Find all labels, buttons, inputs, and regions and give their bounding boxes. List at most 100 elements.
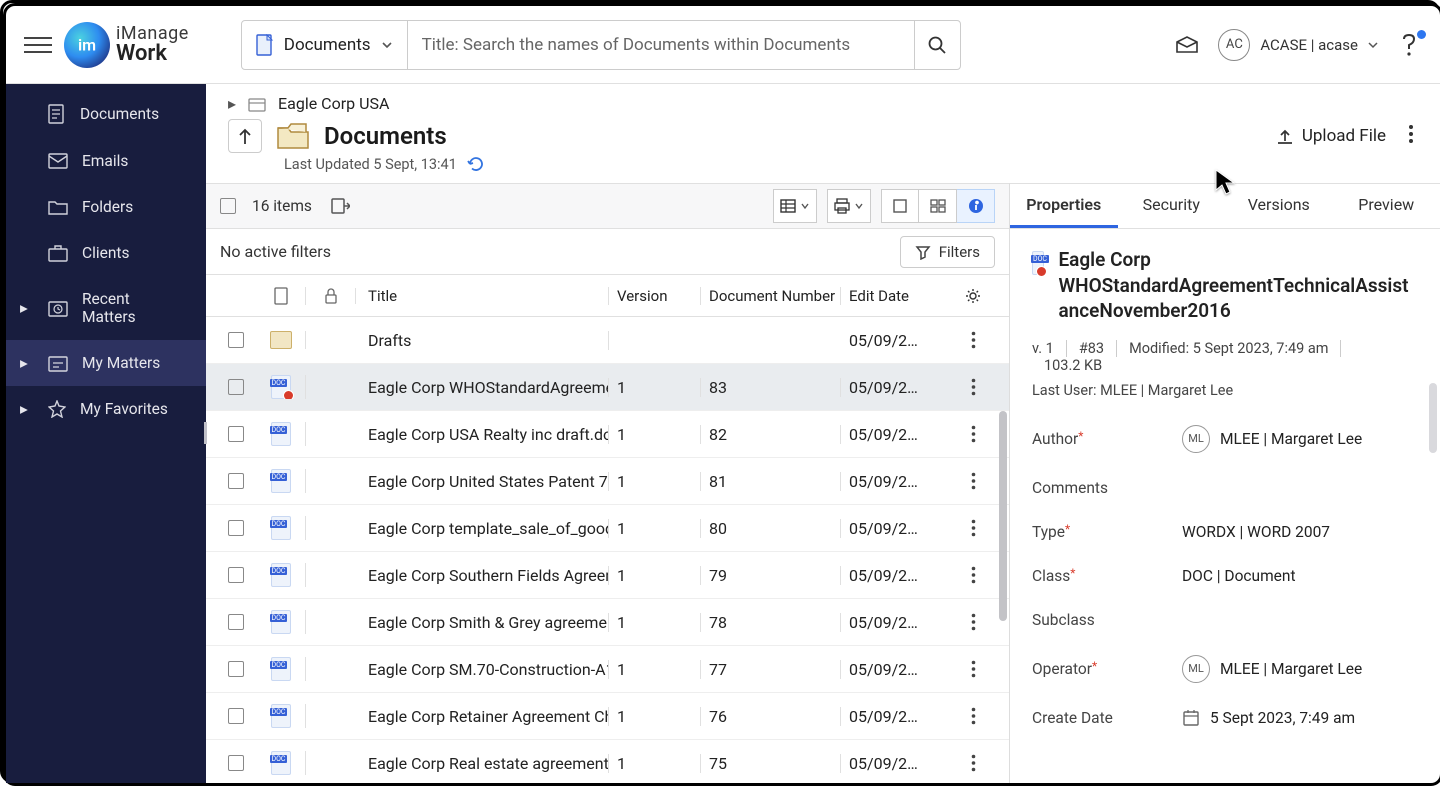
- row-checkbox[interactable]: [228, 520, 244, 536]
- row-title: Eagle Corp WHOStandardAgreementTec…: [356, 378, 609, 397]
- table-row[interactable]: Eagle Corp SM.70-Construction-A105-20…17…: [206, 646, 1009, 693]
- row-actions-button[interactable]: [951, 331, 995, 349]
- sidebar-item-emails[interactable]: Emails: [6, 138, 206, 184]
- col-title[interactable]: Title: [356, 287, 609, 305]
- row-actions-button[interactable]: [951, 707, 995, 725]
- prop-class-label: Class: [1032, 567, 1070, 585]
- col-editdate[interactable]: Edit Date: [841, 287, 951, 305]
- filters-label: Filters: [939, 243, 980, 261]
- row-actions-button[interactable]: [951, 425, 995, 443]
- kebab-icon: [971, 425, 976, 443]
- row-version: 1: [609, 566, 701, 585]
- document-icon: [271, 375, 291, 399]
- row-editdate: 05/09/2…: [841, 519, 951, 538]
- inbox-icon[interactable]: [1174, 32, 1200, 58]
- chevron-right-icon[interactable]: ▸: [228, 94, 236, 113]
- chevron-right-icon: ▸: [20, 400, 30, 418]
- breadcrumb-root[interactable]: Eagle Corp USA: [278, 94, 389, 113]
- row-actions-button[interactable]: [951, 660, 995, 678]
- row-checkbox[interactable]: [228, 661, 244, 677]
- row-docnum: 76: [701, 707, 841, 726]
- row-checkbox[interactable]: [228, 614, 244, 630]
- sidebar-item-recent-matters[interactable]: ▸ Recent Matters: [6, 276, 206, 340]
- menu-toggle-button[interactable]: [24, 31, 52, 59]
- prop-author-label: Author: [1032, 430, 1078, 448]
- row-checkbox[interactable]: [228, 332, 244, 348]
- row-actions-button[interactable]: [951, 519, 995, 537]
- select-all-checkbox[interactable]: [220, 198, 236, 214]
- sidebar: Documents Emails Folders Clients ▸ Recen…: [6, 84, 206, 783]
- search-category-picker[interactable]: Documents: [242, 21, 408, 69]
- view-table-button[interactable]: [773, 189, 817, 223]
- prop-type-label: Type: [1032, 523, 1065, 541]
- sidebar-item-clients[interactable]: Clients: [6, 230, 206, 276]
- row-title: Eagle Corp template_sale_of_goods_con…: [356, 519, 609, 538]
- document-list: 16 items: [206, 183, 1010, 783]
- help-button[interactable]: [1396, 32, 1422, 58]
- scrollbar-thumb[interactable]: [1429, 383, 1437, 453]
- row-docnum: 79: [701, 566, 841, 585]
- chevron-down-icon: [381, 39, 393, 51]
- print-button[interactable]: [827, 189, 871, 223]
- row-actions-button[interactable]: [951, 613, 995, 631]
- sidebar-item-my-matters[interactable]: ▸ My Matters: [6, 340, 206, 386]
- kebab-icon: [1408, 124, 1414, 144]
- document-icon: [271, 422, 291, 446]
- row-checkbox[interactable]: [228, 755, 244, 771]
- search-button[interactable]: [914, 21, 960, 69]
- col-version[interactable]: Version: [609, 287, 701, 305]
- table-row[interactable]: Eagle Corp United States Patent 765017…1…: [206, 458, 1009, 505]
- col-docnum[interactable]: Document Number: [701, 287, 841, 305]
- table-row[interactable]: Eagle Corp Southern Fields Agreement.d…1…: [206, 552, 1009, 599]
- sidebar-item-label: Clients: [82, 244, 129, 262]
- table-row[interactable]: Eagle Corp WHOStandardAgreementTec…18305…: [206, 364, 1009, 411]
- mail-icon: [48, 153, 68, 169]
- table-row[interactable]: Eagle Corp Retainer Agreement Chen Im…17…: [206, 693, 1009, 740]
- scrollbar-thumb[interactable]: [999, 411, 1007, 621]
- table-row[interactable]: Eagle Corp USA Realty inc draft.docx1820…: [206, 411, 1009, 458]
- sidebar-item-documents[interactable]: Documents: [6, 90, 206, 138]
- row-docnum: 81: [701, 472, 841, 491]
- tab-preview[interactable]: Preview: [1333, 184, 1440, 228]
- tab-properties[interactable]: Properties: [1010, 184, 1118, 228]
- tab-security[interactable]: Security: [1118, 184, 1226, 228]
- filters-button[interactable]: Filters: [900, 236, 995, 268]
- up-button[interactable]: [228, 119, 262, 153]
- row-checkbox[interactable]: [228, 379, 244, 395]
- table-row[interactable]: Drafts05/09/2…: [206, 317, 1009, 364]
- toggle-checkbox-button[interactable]: [881, 189, 919, 223]
- row-actions-button[interactable]: [951, 566, 995, 584]
- table-row[interactable]: Eagle Corp Real estate agreement.docx175…: [206, 740, 1009, 783]
- export-icon[interactable]: [330, 197, 350, 215]
- grid-view-button[interactable]: [919, 189, 957, 223]
- user-avatar: AC: [1218, 29, 1250, 61]
- sidebar-item-label: Folders: [82, 198, 133, 216]
- info-panel-toggle[interactable]: [957, 189, 995, 223]
- row-editdate: 05/09/2…: [841, 613, 951, 632]
- folder-icon: [48, 199, 68, 215]
- table-row[interactable]: Eagle Corp Smith & Grey agreement.docx17…: [206, 599, 1009, 646]
- row-checkbox[interactable]: [228, 473, 244, 489]
- row-checkbox[interactable]: [228, 567, 244, 583]
- folder-icon: [270, 331, 292, 349]
- sidebar-item-folders[interactable]: Folders: [6, 184, 206, 230]
- row-checkbox[interactable]: [228, 708, 244, 724]
- more-actions-button[interactable]: [1404, 120, 1418, 152]
- search-input[interactable]: [408, 21, 914, 69]
- row-actions-button[interactable]: [951, 754, 995, 772]
- refresh-icon[interactable]: [467, 155, 485, 173]
- tab-versions[interactable]: Versions: [1225, 184, 1333, 228]
- kebab-icon: [971, 331, 976, 349]
- row-actions-button[interactable]: [951, 378, 995, 396]
- user-menu[interactable]: AC ACASE | acase: [1218, 29, 1378, 61]
- calendar-icon: [1182, 709, 1200, 727]
- row-checkbox[interactable]: [228, 426, 244, 442]
- prop-operator-value: MLEE | Margaret Lee: [1220, 660, 1362, 678]
- recent-icon: [48, 299, 68, 317]
- row-actions-button[interactable]: [951, 472, 995, 490]
- upload-file-button[interactable]: Upload File: [1276, 126, 1386, 146]
- column-settings-button[interactable]: [951, 288, 995, 304]
- topbar-right: AC ACASE | acase: [1174, 29, 1422, 61]
- table-row[interactable]: Eagle Corp template_sale_of_goods_con…18…: [206, 505, 1009, 552]
- sidebar-item-my-favorites[interactable]: ▸ My Favorites: [6, 386, 206, 432]
